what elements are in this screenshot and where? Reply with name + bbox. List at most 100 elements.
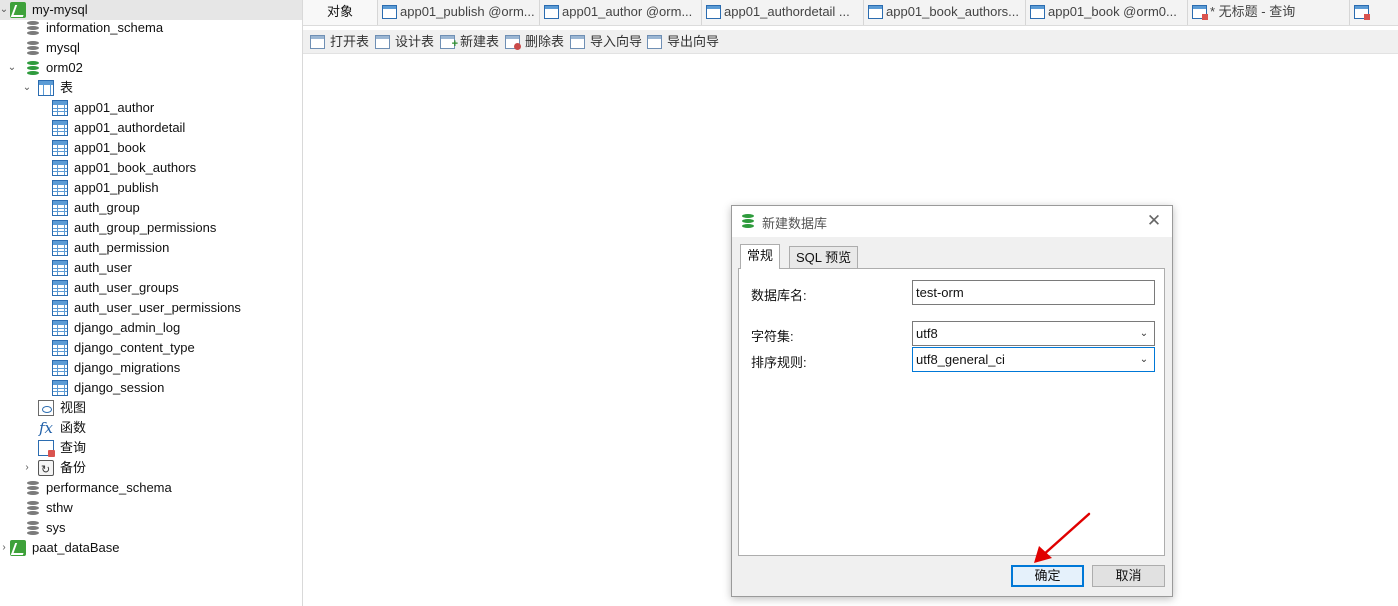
charset-value: utf8 [916, 326, 938, 341]
tree-table-django-session[interactable]: django_session [0, 378, 302, 398]
table-folder-icon [38, 80, 54, 96]
tree-table-app01-author[interactable]: app01_author [0, 98, 302, 118]
database-name-input[interactable]: test-orm [912, 280, 1155, 305]
charset-select[interactable]: utf8 ⌄ [912, 321, 1155, 346]
database-icon [25, 480, 41, 496]
dialog-titlebar[interactable]: 新建数据库 ✕ [732, 206, 1172, 237]
tree-item-label: 表 [60, 80, 74, 95]
query-icon [1354, 5, 1370, 20]
tree-table-auth-user-groups[interactable]: auth_user_groups [0, 278, 302, 298]
table-icon [52, 320, 68, 336]
tree-item-label: django_migrations [74, 360, 181, 375]
tree-table-app01-authordetail[interactable]: app01_authordetail [0, 118, 302, 138]
chevron-down-icon: ⌄ [1139, 354, 1149, 365]
tab-label: app01_book @orm0... [1048, 4, 1177, 19]
tree-folder-functions[interactable]: fx 函数 [0, 418, 302, 438]
ok-button[interactable]: 确定 [1011, 565, 1084, 587]
tree-database-performance-schema[interactable]: performance_schema [0, 478, 302, 498]
table-icon [52, 220, 68, 236]
table-icon [52, 120, 68, 136]
tree-table-auth-user-user-permissions[interactable]: auth_user_user_permissions [0, 298, 302, 318]
tree-folder-queries[interactable]: 查询 [0, 438, 302, 458]
table-icon [868, 5, 883, 19]
tree-item-label: django_content_type [74, 340, 195, 355]
tab-general[interactable]: 常规 [740, 244, 781, 269]
table-icon [52, 360, 68, 376]
tree-table-auth-group-permissions[interactable]: auth_group_permissions [0, 218, 302, 238]
toolbar-label: 导出向导 [667, 34, 720, 49]
tree-table-auth-group[interactable]: auth_group [0, 198, 302, 218]
tab-label: app01_book_authors... [886, 4, 1019, 19]
chevron-down-icon[interactable]: ⌄ [0, 0, 10, 20]
tree-item-label: app01_book [74, 140, 146, 155]
chevron-right-icon[interactable]: › [0, 538, 10, 558]
tree-table-django-content-type[interactable]: django_content_type [0, 338, 302, 358]
tree-item-label: django_admin_log [74, 320, 181, 335]
tree-database-sys[interactable]: sys [0, 518, 302, 538]
tab-app01-author[interactable]: app01_author @orm... [540, 0, 702, 25]
tab-objects[interactable]: 对象 [303, 0, 378, 25]
tree-table-app01-publish[interactable]: app01_publish [0, 178, 302, 198]
table-icon [52, 300, 68, 316]
tab-app01-authordetail[interactable]: app01_authordetail ... [702, 0, 864, 25]
query-icon [38, 440, 55, 457]
new-table-icon [440, 34, 458, 54]
tree-item-label: 函数 [60, 420, 87, 435]
tree-database-information-schema[interactable]: information_schema [0, 18, 302, 38]
tree-item-label: app01_book_authors [74, 160, 197, 175]
tree-table-auth-user[interactable]: auth_user [0, 258, 302, 278]
tree-item-label: orm02 [46, 60, 83, 75]
cancel-button[interactable]: 取消 [1092, 565, 1165, 587]
toolbar-label: 打开表 [330, 34, 370, 49]
tree-table-auth-permission[interactable]: auth_permission [0, 238, 302, 258]
mysql-connection-icon [10, 540, 26, 556]
chevron-right-icon[interactable]: › [21, 458, 33, 478]
toolbar-label: 新建表 [460, 34, 500, 49]
chevron-down-icon: ⌄ [1139, 328, 1149, 339]
query-icon [1192, 5, 1208, 20]
red-arrow-icon [1034, 512, 1091, 563]
close-icon[interactable]: ✕ [1144, 210, 1164, 232]
tree-database-orm02[interactable]: ⌄ orm02 [0, 58, 302, 78]
chevron-down-icon[interactable]: ⌄ [6, 58, 18, 78]
tree-table-django-admin-log[interactable]: django_admin_log [0, 318, 302, 338]
tree-folder-tables[interactable]: ⌄ 表 [0, 78, 302, 98]
database-icon [25, 60, 41, 76]
tab-label: app01_author @orm... [562, 4, 693, 19]
tree-folder-views[interactable]: 视图 [0, 398, 302, 418]
tree-item-label: app01_publish [74, 180, 159, 195]
general-panel: 数据库名: test-orm 字符集: utf8 ⌄ 排序规则: utf8_ge… [738, 268, 1165, 556]
function-icon: fx [38, 419, 53, 437]
tab-app01-book[interactable]: app01_book @orm0... [1026, 0, 1188, 25]
tree-item-label: mysql [46, 40, 80, 55]
tree-table-app01-book[interactable]: app01_book [0, 138, 302, 158]
tree-database-sthw[interactable]: sthw [0, 498, 302, 518]
tree-folder-backups[interactable]: › 备份 [0, 458, 302, 480]
table-icon [52, 260, 68, 276]
tree-table-django-migrations[interactable]: django_migrations [0, 358, 302, 378]
tree-connection-paat-database[interactable]: › paat_dataBase [0, 538, 302, 558]
tree-item-label: my-mysql [32, 2, 88, 17]
table-icon [52, 180, 68, 196]
tab-app01-publish[interactable]: app01_publish @orm... [378, 0, 540, 25]
tree-item-label: auth_user_user_permissions [74, 300, 241, 315]
database-name-label: 数据库名: [751, 288, 807, 303]
export-icon [647, 35, 662, 49]
toolbar-label: 设计表 [395, 34, 435, 49]
tree-database-mysql[interactable]: mysql [0, 38, 302, 58]
toolbar-label: 导入向导 [590, 34, 643, 49]
chevron-down-icon[interactable]: ⌄ [21, 78, 33, 98]
tree-item-label: paat_dataBase [32, 540, 120, 555]
tree-connection-my-mysql[interactable]: ⌄ my-mysql [0, 0, 302, 20]
open-table-icon [310, 35, 325, 49]
collation-select[interactable]: utf8_general_ci ⌄ [912, 347, 1155, 372]
tree-table-app01-book-authors[interactable]: app01_book_authors [0, 158, 302, 178]
tab-sql-preview[interactable]: SQL 预览 [789, 246, 859, 269]
tab-overflow[interactable] [1350, 0, 1398, 25]
backup-icon [38, 460, 54, 480]
tab-untitled-query[interactable]: * 无标题 - 查询 [1188, 0, 1350, 25]
design-table-icon [375, 35, 390, 49]
table-icon [544, 5, 559, 19]
tab-app01-book-authors[interactable]: app01_book_authors... [864, 0, 1026, 25]
tree-item-label: auth_user_groups [74, 280, 179, 295]
